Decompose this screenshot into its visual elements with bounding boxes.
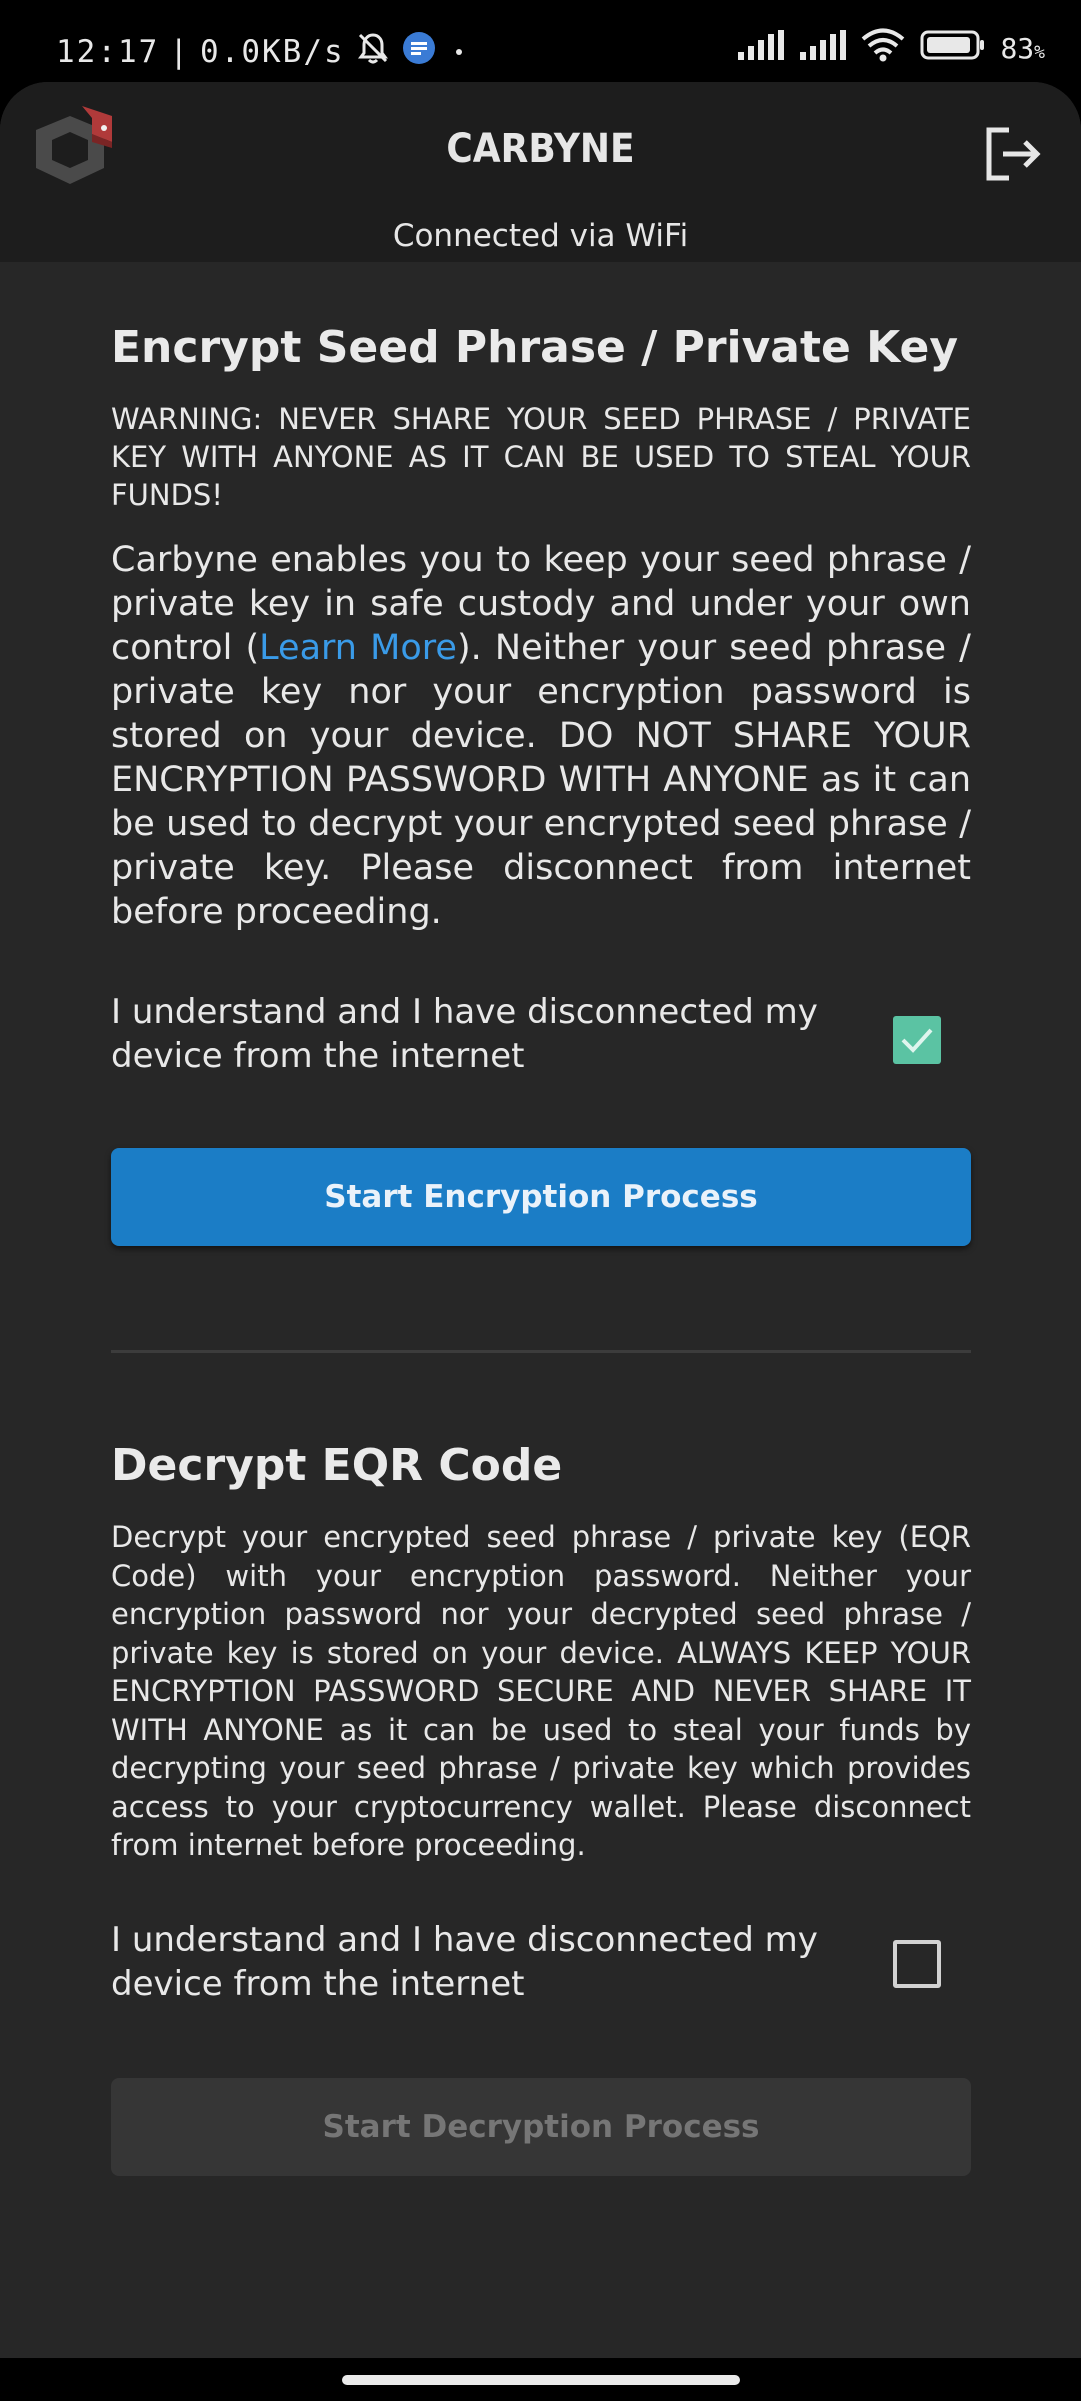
encrypt-description-text-2: ). Neither your seed phrase / private ke… (111, 628, 971, 932)
encrypt-confirm-checkbox[interactable] (893, 1016, 941, 1064)
battery-icon (920, 29, 986, 68)
status-right: 83% (736, 28, 1045, 69)
check-icon (901, 1028, 933, 1053)
decrypt-description: Decrypt your encrypted seed phrase / pri… (111, 1520, 971, 1862)
wifi-icon (860, 28, 906, 69)
messages-icon (401, 30, 437, 74)
app-title: CARBYNE (446, 126, 635, 172)
mute-notifications-icon (355, 30, 391, 74)
learn-more-link[interactable]: Learn More (259, 628, 457, 668)
signal-icon (736, 30, 785, 67)
signal-icon (798, 30, 847, 67)
status-bar: 12:17 | 0.0KB/s 83% (0, 0, 1081, 82)
logout-icon[interactable] (981, 122, 1045, 186)
home-gesture-bar[interactable] (342, 2375, 740, 2385)
app-window: CARBYNE Connected via WiFi Encrypt Seed … (0, 82, 1081, 2358)
status-net-speed: 0.0KB/s (200, 34, 345, 70)
status-separator: | (169, 34, 190, 70)
status-left: 12:17 | 0.0KB/s (56, 30, 471, 74)
encrypt-confirm-row[interactable]: I understand and I have disconnected my … (111, 990, 971, 1090)
start-decryption-button[interactable]: Start Decryption Process (111, 2078, 971, 2176)
decrypt-confirm-checkbox[interactable] (893, 1940, 941, 1988)
encrypt-section-title: Encrypt Seed Phrase / Private Key (111, 322, 959, 373)
start-encryption-button[interactable]: Start Encryption Process (111, 1148, 971, 1246)
decrypt-section-title: Decrypt EQR Code (111, 1440, 563, 1491)
section-divider (111, 1350, 971, 1353)
connection-status: Connected via WiFi (392, 218, 689, 254)
battery-level: 83% (1000, 32, 1045, 65)
app-bar: CARBYNE Connected via WiFi (0, 82, 1081, 262)
dot-icon (447, 34, 471, 70)
decrypt-confirm-row[interactable]: I understand and I have disconnected my … (111, 1918, 971, 2018)
phone-screen: 12:17 | 0.0KB/s 83% CARBYNE Connected vi… (0, 0, 1081, 2401)
status-time: 12:17 (56, 34, 160, 70)
encrypt-warning: WARNING: NEVER SHARE YOUR SEED PHRASE / … (111, 402, 971, 512)
encrypt-description: Carbyne enables you to keep your seed ph… (111, 538, 971, 934)
decrypt-confirm-label: I understand and I have disconnected my … (111, 1920, 818, 2004)
encrypt-confirm-label: I understand and I have disconnected my … (111, 992, 818, 1076)
